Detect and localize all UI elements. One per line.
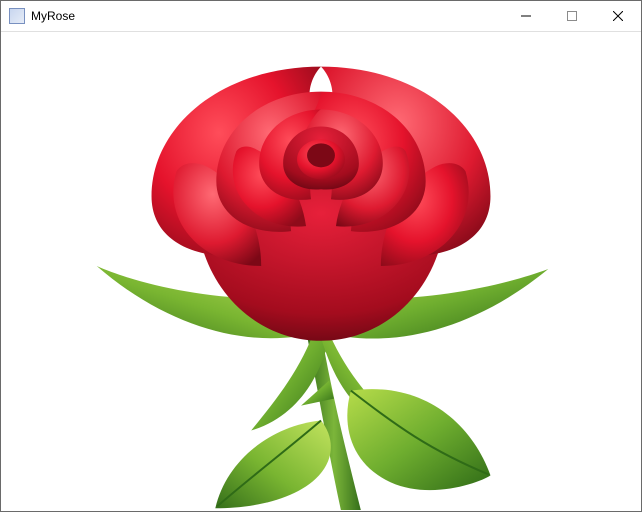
close-icon: [613, 11, 623, 21]
titlebar[interactable]: MyRose: [1, 1, 641, 32]
minimize-button[interactable]: [503, 1, 549, 31]
maximize-icon: [567, 11, 577, 21]
close-button[interactable]: [595, 1, 641, 31]
rose-illustration: [2, 32, 640, 510]
maximize-button[interactable]: [549, 1, 595, 31]
app-icon: [9, 8, 25, 24]
minimize-icon: [521, 11, 531, 21]
application-window: MyRose: [0, 0, 642, 512]
window-title: MyRose: [31, 9, 75, 23]
client-area: [2, 32, 640, 510]
